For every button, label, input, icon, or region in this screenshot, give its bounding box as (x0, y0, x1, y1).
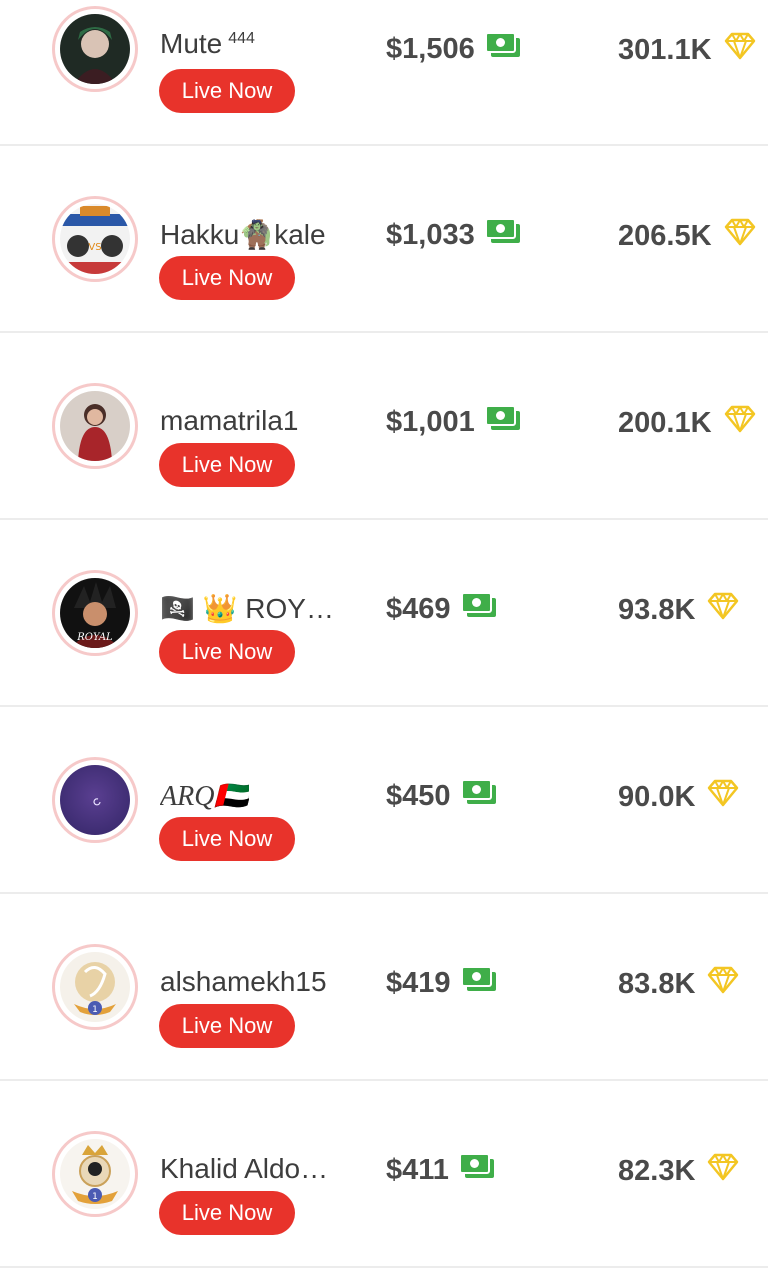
earnings-amount: $450 (386, 779, 451, 812)
cash-icon (484, 405, 521, 439)
leaderboard-row[interactable]: VS Hakku🧌kale Live Now $1,033 206.5K (0, 146, 768, 333)
diamonds-count: 206.5K (618, 219, 712, 252)
avatar[interactable]: ROYAL (52, 570, 138, 656)
diamonds-count: 200.1K (618, 406, 712, 439)
live-now-button[interactable]: Live Now (159, 69, 295, 113)
leaderboard-row[interactable]: ARQ🇦🇪 Live Now $450 90.0K (0, 707, 768, 894)
diamonds: 301.1K (618, 32, 756, 68)
diamonds-count: 301.1K (618, 33, 712, 66)
diamond-icon (724, 32, 756, 68)
earnings: $411 (386, 1153, 495, 1187)
username: alshamekh15 (160, 966, 327, 997)
earnings-amount: $411 (386, 1153, 449, 1186)
avatar-image (60, 765, 130, 835)
avatar-image: ROYAL (60, 578, 130, 648)
earnings: $1,033 (386, 218, 521, 252)
leaderboard-row[interactable]: 1 alshamekh15 Live Now $419 83.8K (0, 894, 768, 1081)
svg-text:1: 1 (92, 1005, 98, 1015)
avatar-image: 1 (60, 952, 130, 1022)
avatar-image: 1 (60, 1139, 130, 1209)
earnings-amount: $419 (386, 966, 451, 999)
cash-icon (460, 779, 497, 813)
diamonds-count: 90.0K (618, 780, 696, 813)
earnings-amount: $1,033 (386, 218, 475, 251)
svg-text:ROYAL: ROYAL (76, 632, 113, 643)
avatar[interactable] (52, 6, 138, 92)
diamonds: 206.5K (618, 218, 756, 254)
avatar-image (60, 391, 130, 461)
diamond-icon (724, 218, 756, 254)
diamonds: 93.8K (618, 592, 739, 628)
username: 🏴‍☠️ 👑 ROY… (160, 593, 334, 624)
diamonds: 90.0K (618, 779, 739, 815)
avatar[interactable] (52, 383, 138, 469)
avatar[interactable] (52, 757, 138, 843)
live-now-button[interactable]: Live Now (159, 817, 295, 861)
cash-icon (458, 1153, 495, 1187)
diamond-icon (724, 405, 756, 441)
diamond-icon (707, 779, 739, 815)
leaderboard-row[interactable]: ROYAL 🏴‍☠️ 👑 ROY… Live Now $469 93.8K (0, 520, 768, 707)
earnings: $1,506 (386, 32, 521, 66)
cash-icon (460, 966, 497, 1000)
earnings: $450 (386, 779, 497, 813)
username: ARQ🇦🇪 (160, 781, 250, 812)
leaderboard-list: Mute 444 Live Now $1,506 301.1K VS Hakku🧌… (0, 0, 768, 1268)
earnings: $1,001 (386, 405, 521, 439)
svg-text:VS: VS (88, 242, 101, 253)
live-now-button[interactable]: Live Now (159, 256, 295, 300)
live-now-button[interactable]: Live Now (159, 1191, 295, 1235)
leaderboard-row[interactable]: mamatrila1 Live Now $1,001 200.1K (0, 333, 768, 520)
avatar-image (60, 14, 130, 84)
username: mamatrila1 (160, 405, 299, 436)
username: Hakku🧌kale (160, 219, 326, 250)
live-now-button[interactable]: Live Now (159, 1004, 295, 1048)
earnings: $419 (386, 966, 497, 1000)
diamonds: 200.1K (618, 405, 756, 441)
diamonds-count: 93.8K (618, 593, 696, 626)
diamond-icon (707, 966, 739, 1002)
diamonds-count: 82.3K (618, 1154, 696, 1187)
earnings: $469 (386, 592, 497, 626)
svg-text:1: 1 (92, 1192, 98, 1202)
diamond-icon (707, 1153, 739, 1189)
username-suffix: 444 (228, 29, 255, 47)
avatar-image: VS (60, 204, 130, 274)
avatar[interactable]: 1 (52, 1131, 138, 1217)
diamond-icon (707, 592, 739, 628)
cash-icon (460, 592, 497, 626)
live-now-button[interactable]: Live Now (159, 443, 295, 487)
cash-icon (484, 218, 521, 252)
avatar[interactable]: VS (52, 196, 138, 282)
leaderboard-row[interactable]: 1 Khalid Aldo… Live Now $411 82.3K (0, 1081, 768, 1268)
earnings-amount: $469 (386, 592, 451, 625)
cash-icon (484, 32, 521, 66)
earnings-amount: $1,001 (386, 405, 475, 438)
username: Khalid Aldo… (160, 1153, 329, 1184)
diamonds-count: 83.8K (618, 967, 696, 1000)
earnings-amount: $1,506 (386, 32, 475, 65)
leaderboard-row[interactable]: Mute 444 Live Now $1,506 301.1K (0, 0, 768, 146)
live-now-button[interactable]: Live Now (159, 630, 295, 674)
avatar[interactable]: 1 (52, 944, 138, 1030)
username: Mute 444 (160, 28, 255, 59)
diamonds: 82.3K (618, 1153, 739, 1189)
diamonds: 83.8K (618, 966, 739, 1002)
